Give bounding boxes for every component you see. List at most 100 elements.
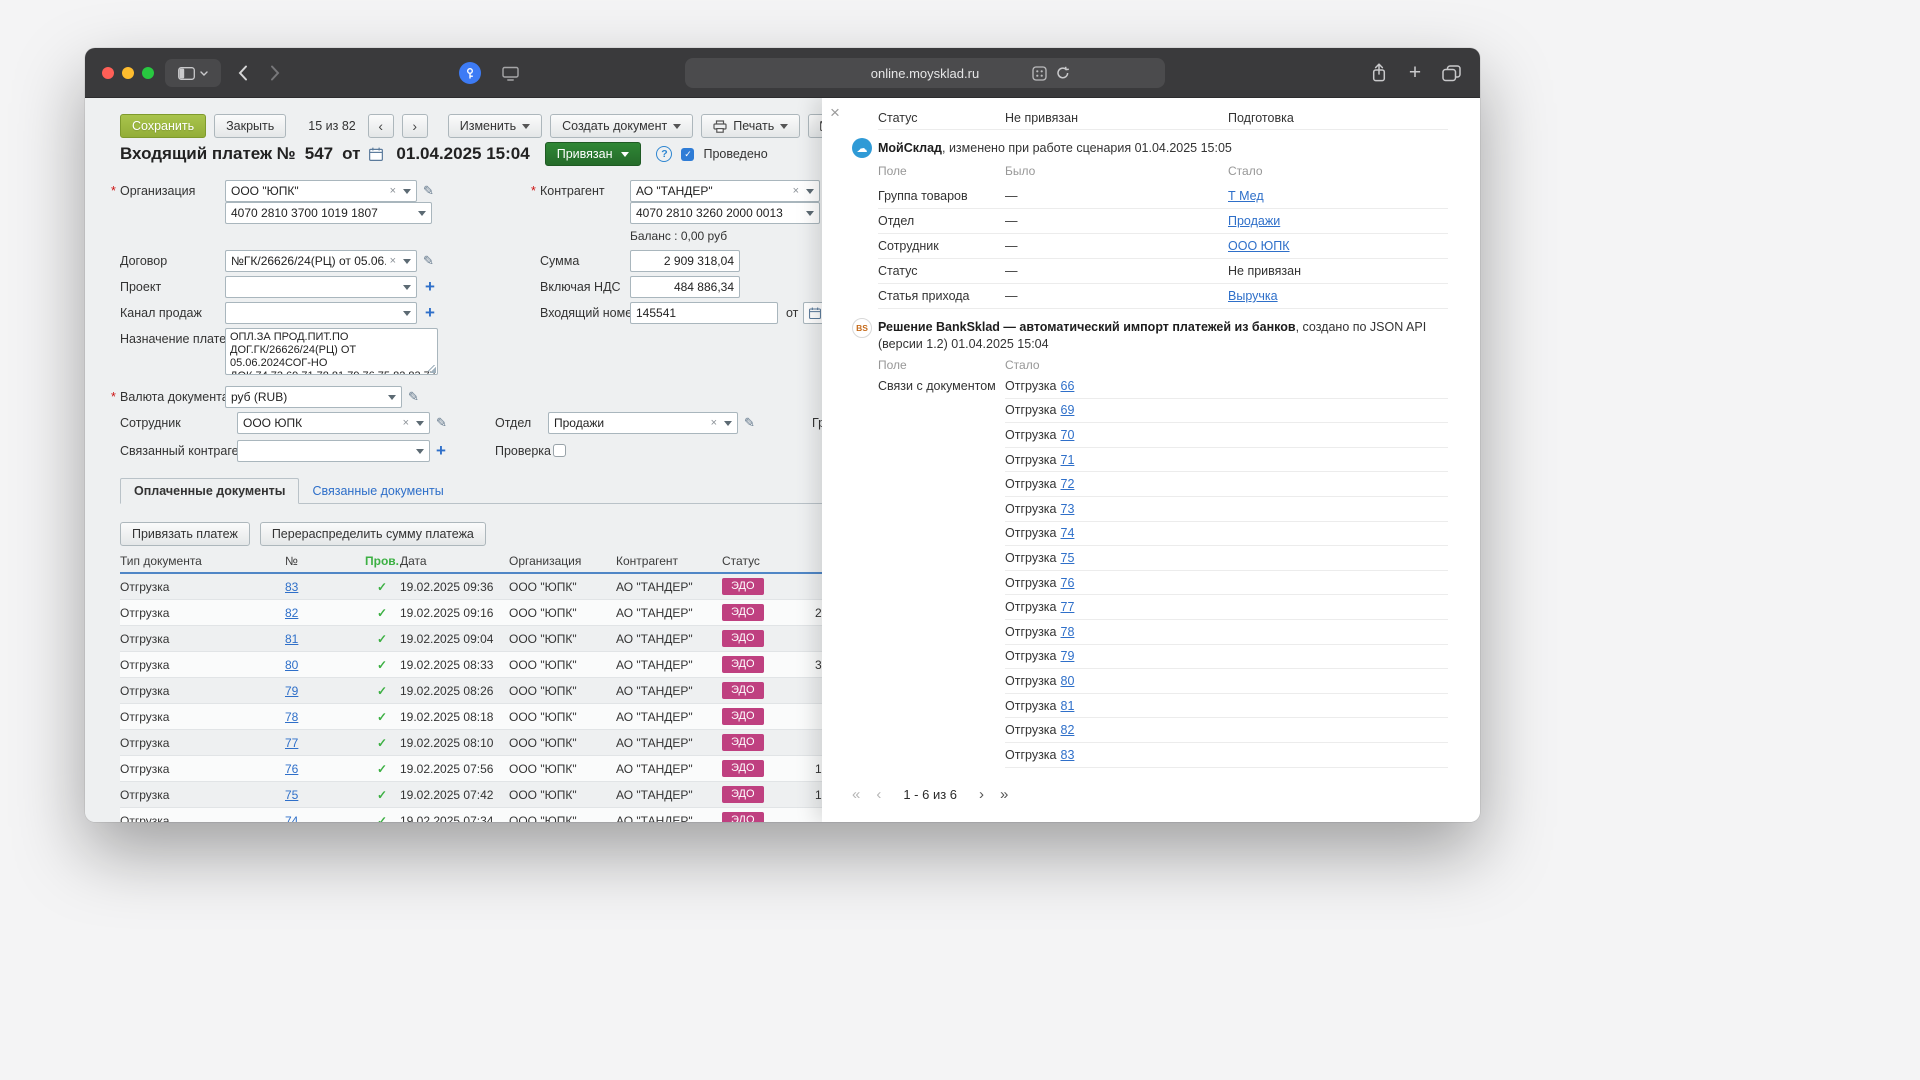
currency-field[interactable]: руб (RUB): [225, 386, 402, 408]
table-row[interactable]: Отгрузка81✓19.02.2025 09:04ООО "ЮПК"АО "…: [120, 626, 900, 652]
table-row[interactable]: Отгрузка80✓19.02.2025 08:33ООО "ЮПК"АО "…: [120, 652, 900, 678]
dropdown-icon[interactable]: [388, 395, 396, 400]
prev-page-icon[interactable]: ‹: [876, 786, 881, 803]
minimize-window-button[interactable]: [122, 67, 134, 79]
shipment-link[interactable]: 76: [1061, 576, 1075, 590]
new-tab-icon[interactable]: +: [1404, 61, 1426, 85]
conducted-checkbox[interactable]: ✓: [681, 148, 694, 161]
shipment-link[interactable]: 66: [1061, 379, 1075, 393]
document-link[interactable]: 82: [285, 606, 298, 620]
clear-icon[interactable]: ×: [390, 185, 396, 197]
edit-pencil-icon[interactable]: ✎: [436, 412, 447, 434]
document-link[interactable]: 81: [285, 632, 298, 646]
change-became[interactable]: ООО ЮПК: [1228, 239, 1448, 253]
dropdown-icon[interactable]: [416, 449, 424, 454]
dropdown-icon[interactable]: [403, 311, 411, 316]
vat-field[interactable]: 484 886,34: [630, 276, 740, 298]
help-icon[interactable]: ?: [656, 146, 672, 162]
document-link[interactable]: 77: [285, 736, 298, 750]
shipment-link[interactable]: 73: [1061, 502, 1075, 516]
table-row[interactable]: Отгрузка78✓19.02.2025 08:18ООО "ЮПК"АО "…: [120, 704, 900, 730]
table-row[interactable]: Отгрузка77✓19.02.2025 08:10ООО "ЮПК"АО "…: [120, 730, 900, 756]
close-window-button[interactable]: [102, 67, 114, 79]
dropdown-icon[interactable]: [418, 211, 426, 216]
document-link[interactable]: 79: [285, 684, 298, 698]
dropdown-icon[interactable]: [724, 421, 732, 426]
close-icon[interactable]: ×: [830, 104, 840, 121]
reload-icon[interactable]: [1055, 65, 1071, 81]
edit-pencil-icon[interactable]: ✎: [744, 412, 755, 434]
shipment-link[interactable]: 74: [1061, 526, 1075, 540]
change-became[interactable]: Продажи: [1228, 214, 1448, 228]
next-page-icon[interactable]: ›: [979, 786, 984, 803]
next-document-button[interactable]: ›: [402, 114, 428, 138]
extension-grid-icon[interactable]: [1031, 65, 1047, 81]
contract-field[interactable]: №ГК/26626/24(РЦ) от 05.06.2024 ×: [225, 250, 417, 272]
table-row[interactable]: Отгрузка74✓19.02.2025 07:34ООО "ЮПК"АО "…: [120, 808, 900, 822]
shipment-link[interactable]: 80: [1061, 674, 1075, 688]
document-link[interactable]: 75: [285, 788, 298, 802]
related-counterparty-field[interactable]: [237, 440, 430, 462]
shipment-link[interactable]: 70: [1061, 428, 1075, 442]
change-became[interactable]: Т Мед: [1228, 189, 1448, 203]
project-field[interactable]: [225, 276, 417, 298]
change-became[interactable]: Выручка: [1228, 289, 1448, 303]
bind-payment-button[interactable]: Привязать платеж: [120, 522, 250, 546]
tab-linked-documents[interactable]: Связанные документы: [299, 479, 456, 503]
document-link[interactable]: 74: [285, 814, 298, 823]
address-bar[interactable]: online.moysklad.ru: [685, 58, 1165, 88]
dropdown-icon[interactable]: [403, 285, 411, 290]
shipment-link[interactable]: 83: [1061, 748, 1075, 762]
sidebar-toggle-button[interactable]: [165, 59, 221, 87]
status-dropdown-button[interactable]: Привязан: [545, 142, 642, 166]
forward-button[interactable]: [263, 61, 287, 85]
counterparty-account-field[interactable]: 4070 2810 3260 2000 0013: [630, 202, 820, 224]
add-project-icon[interactable]: +: [425, 276, 435, 298]
add-sales-channel-icon[interactable]: +: [425, 302, 435, 324]
last-page-icon[interactable]: »: [1000, 786, 1008, 803]
dropdown-icon[interactable]: [416, 421, 424, 426]
document-link[interactable]: 80: [285, 658, 298, 672]
department-field[interactable]: Продажи ×: [548, 412, 738, 434]
edit-pencil-icon[interactable]: ✎: [423, 250, 434, 272]
document-link[interactable]: 76: [285, 762, 298, 776]
shipment-link[interactable]: 71: [1061, 453, 1075, 467]
redistribute-sum-button[interactable]: Перераспределить сумму платежа: [260, 522, 486, 546]
close-document-button[interactable]: Закрыть: [214, 114, 286, 138]
shipment-link[interactable]: 72: [1061, 477, 1075, 491]
prev-document-button[interactable]: ‹: [368, 114, 394, 138]
tab-paid-documents[interactable]: Оплаченные документы: [120, 478, 299, 504]
clear-icon[interactable]: ×: [390, 255, 396, 267]
shipment-link[interactable]: 79: [1061, 649, 1075, 663]
dropdown-icon[interactable]: [403, 189, 411, 194]
zoom-window-button[interactable]: [142, 67, 154, 79]
counterparty-field[interactable]: АО "ТАНДЕР" ×: [630, 180, 820, 202]
dropdown-icon[interactable]: [806, 189, 814, 194]
shipment-link[interactable]: 75: [1061, 551, 1075, 565]
shipment-link[interactable]: 69: [1061, 403, 1075, 417]
shipment-link[interactable]: 77: [1061, 600, 1075, 614]
table-row[interactable]: Отгрузка83✓19.02.2025 09:36ООО "ЮПК"АО "…: [120, 574, 900, 600]
edit-pencil-icon[interactable]: ✎: [423, 180, 434, 202]
table-row[interactable]: Отгрузка79✓19.02.2025 08:26ООО "ЮПК"АО "…: [120, 678, 900, 704]
edit-pencil-icon[interactable]: ✎: [408, 386, 419, 408]
add-related-counterparty-icon[interactable]: +: [436, 440, 446, 462]
clear-icon[interactable]: ×: [793, 185, 799, 197]
clear-icon[interactable]: ×: [711, 417, 717, 429]
incoming-number-field[interactable]: 145541: [630, 302, 778, 324]
table-row[interactable]: Отгрузка82✓19.02.2025 09:16ООО "ЮПК"АО "…: [120, 600, 900, 626]
shipment-link[interactable]: 78: [1061, 625, 1075, 639]
tab-overview-icon[interactable]: [1440, 61, 1462, 85]
shipment-link[interactable]: 82: [1061, 723, 1075, 737]
shipment-link[interactable]: 81: [1061, 699, 1075, 713]
save-button[interactable]: Сохранить: [120, 114, 206, 138]
sum-field[interactable]: 2 909 318,04: [630, 250, 740, 272]
document-link[interactable]: 83: [285, 580, 298, 594]
document-link[interactable]: 78: [285, 710, 298, 724]
sales-channel-field[interactable]: [225, 302, 417, 324]
password-manager-extension-icon[interactable]: [459, 62, 481, 84]
table-row[interactable]: Отгрузка75✓19.02.2025 07:42ООО "ЮПК"АО "…: [120, 782, 900, 808]
purpose-textarea[interactable]: ОПЛ.ЗА ПРОД.ПИТ.ПО ДОГ.ГК/26626/24(РЦ) О…: [225, 328, 438, 375]
back-button[interactable]: [231, 61, 255, 85]
screen-extension-icon[interactable]: [499, 62, 521, 84]
